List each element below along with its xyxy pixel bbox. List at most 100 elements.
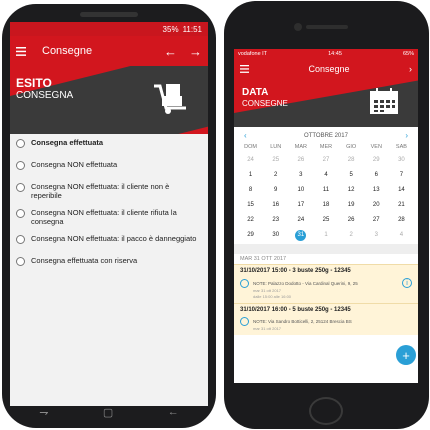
calendar-day[interactable]: 10 (288, 183, 313, 197)
calendar-day[interactable]: 8 (238, 183, 263, 197)
calendar-day[interactable]: 23 (263, 213, 288, 227)
calendar-day[interactable]: 25 (263, 153, 288, 167)
calendar-day[interactable]: 2 (263, 168, 288, 182)
calendar-day[interactable]: 27 (313, 153, 338, 167)
option-con-riserva[interactable]: Consegna effettuata con riserva (10, 252, 208, 274)
android-speaker (80, 12, 138, 17)
radio-button[interactable] (16, 257, 25, 266)
status-time: 11:51 (182, 24, 202, 34)
event-time-range: dalle 15:00 alle 16:00 (253, 294, 292, 299)
hand-truck-icon (154, 84, 186, 114)
esito-hero: ESITO CONSEGNA (10, 66, 208, 134)
carrier: vodafone IT (238, 51, 268, 57)
back-arrow-icon[interactable]: ← (164, 44, 177, 59)
calendar-day-selected[interactable]: 31 (288, 228, 313, 242)
calendar-day[interactable]: 28 (339, 153, 364, 167)
recent-apps-icon[interactable]: ⇁ (39, 406, 48, 419)
battery-percent: 35% (162, 24, 179, 34)
calendar-day[interactable]: 20 (364, 198, 389, 212)
hero-subtitle: CONSEGNE (242, 99, 288, 108)
menu-icon[interactable] (240, 65, 249, 73)
calendar-day[interactable]: 29 (364, 153, 389, 167)
calendar-day[interactable]: 21 (389, 198, 414, 212)
calendar-day[interactable]: 16 (263, 198, 288, 212)
calendar-day[interactable]: 17 (288, 198, 313, 212)
add-fab-button[interactable]: + (396, 345, 416, 365)
option-danneggiato[interactable]: Consegna NON effettuata: il pacco è dann… (10, 230, 208, 252)
front-camera (294, 23, 302, 31)
android-phone-frame: 35% 11:51 Consegne ← → ESITO CONSEGNA Co… (2, 4, 216, 428)
option-non-reperibile[interactable]: Consegna NON effettuata: il cliente non … (10, 178, 208, 204)
back-icon[interactable]: ← (168, 406, 179, 418)
calendar-day[interactable]: 13 (364, 183, 389, 197)
option-rifiuta[interactable]: Consegna NON effettuata: il cliente rifi… (10, 204, 208, 230)
radio-button[interactable] (16, 161, 25, 170)
calendar-day[interactable]: 25 (313, 213, 338, 227)
calendar-day[interactable]: 9 (263, 183, 288, 197)
weekday: VEN (370, 144, 382, 150)
toolbar-title: Consegne (42, 45, 93, 57)
prev-month-icon[interactable]: ‹ (244, 131, 247, 140)
android-nav-bar: ⇁ ▢ ← (12, 404, 206, 420)
calendar-day[interactable]: 12 (339, 183, 364, 197)
calendar-day[interactable]: 26 (339, 213, 364, 227)
option-consegna-effettuata[interactable]: Consegna effettuata (10, 134, 208, 156)
calendar-day[interactable]: 14 (389, 183, 414, 197)
calendar-day[interactable]: 4 (389, 228, 414, 242)
android-status-bar: 35% 11:51 (10, 22, 208, 36)
calendar-day[interactable]: 18 (313, 198, 338, 212)
menu-icon[interactable] (16, 46, 26, 56)
calendar-day[interactable]: 3 (288, 168, 313, 182)
calendar-day[interactable]: 22 (238, 213, 263, 227)
calendar-day[interactable]: 2 (339, 228, 364, 242)
calendar-day[interactable]: 5 (339, 168, 364, 182)
calendar-day[interactable]: 1 (313, 228, 338, 242)
calendar-day[interactable]: 27 (364, 213, 389, 227)
status-time: 14:45 (328, 51, 342, 57)
info-icon[interactable]: i (402, 278, 412, 288)
calendar-day[interactable]: 11 (313, 183, 338, 197)
iphone-screen: vodafone IT 14:45 65% Consegne › DATA CO… (234, 49, 418, 383)
forward-arrow-icon[interactable]: → (189, 44, 202, 59)
event-date: mar 31 ott 2017 (253, 326, 282, 331)
calendar-day[interactable]: 28 (389, 213, 414, 227)
calendar-day[interactable]: 1 (238, 168, 263, 182)
event-header: 31/10/2017 16:00 - 5 buste 250g - 12345 (240, 307, 351, 313)
home-button[interactable] (309, 397, 343, 425)
weekday: GIO (346, 144, 357, 150)
home-icon[interactable]: ▢ (103, 406, 113, 419)
weekday: SAB (395, 144, 407, 150)
calendar-day[interactable]: 24 (288, 213, 313, 227)
calendar-month: OTTOBRE 2017 (304, 132, 348, 139)
event-check-circle[interactable] (240, 278, 249, 288)
calendar-day[interactable]: 24 (238, 153, 263, 167)
next-month-icon[interactable]: › (405, 131, 408, 140)
calendar-day[interactable]: 26 (288, 153, 313, 167)
weekday: MAR (294, 144, 307, 150)
radio-button[interactable] (16, 209, 25, 218)
delivery-event[interactable]: 31/10/2017 15:00 - 3 buste 250g - 12345 … (234, 264, 418, 303)
calendar-day[interactable]: 30 (389, 153, 414, 167)
radio-button[interactable] (16, 235, 25, 244)
esito-options-list: Consegna effettuata Consegna NON effettu… (10, 134, 208, 274)
calendar-day[interactable]: 7 (389, 168, 414, 182)
event-check-circle[interactable] (240, 317, 249, 326)
calendar-day[interactable]: 15 (238, 198, 263, 212)
calendar-day[interactable]: 6 (364, 168, 389, 182)
toolbar-title: Consegne (308, 64, 350, 74)
iphone-speaker (306, 25, 348, 29)
radio-button[interactable] (16, 139, 25, 148)
weekday: MER (319, 144, 333, 150)
calendar-icon (370, 88, 398, 114)
event-note: NOTE: Palazzo Dodotto - Via Cardinal Que… (253, 280, 358, 286)
calendar-day[interactable]: 3 (364, 228, 389, 242)
delivery-event[interactable]: 31/10/2017 16:00 - 5 buste 250g - 12345 … (234, 303, 418, 335)
calendar-day[interactable]: 19 (339, 198, 364, 212)
option-non-effettuata[interactable]: Consegna NON effettuata (10, 156, 208, 178)
selected-date-label: MAR 31 OTT 2017 (240, 256, 287, 262)
calendar-day[interactable]: 30 (263, 228, 288, 242)
radio-button[interactable] (16, 183, 25, 192)
chevron-right-icon[interactable]: › (409, 64, 412, 74)
calendar-day[interactable]: 4 (313, 168, 338, 182)
calendar-day[interactable]: 29 (238, 228, 263, 242)
